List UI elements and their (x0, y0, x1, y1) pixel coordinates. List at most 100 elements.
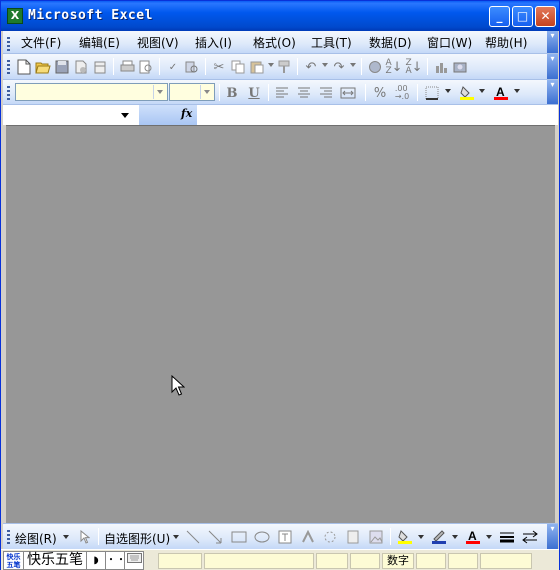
status-cell-2 (204, 553, 314, 569)
close-button[interactable]: ✕ (535, 6, 556, 27)
menu-help[interactable]: 帮助(H) (485, 34, 527, 50)
rectangle-icon[interactable] (230, 528, 248, 546)
hyperlink-icon[interactable] (366, 58, 384, 76)
formatting-toolbar: B U % .00 →.0 A ▾ (3, 80, 558, 105)
bold-button[interactable]: B (223, 84, 241, 102)
ime-toolbar: 快乐五笔 快乐五笔 ◗ ・・ (3, 551, 144, 570)
spelling-icon[interactable]: ✓ (164, 58, 182, 76)
menu-data[interactable]: 数据(D) (369, 34, 412, 50)
redo-icon[interactable]: ↷ (330, 58, 348, 76)
svg-text:A: A (468, 529, 477, 543)
insert-function-area: fx (139, 105, 197, 125)
copy-icon[interactable] (229, 58, 247, 76)
draw-fill-color-icon[interactable] (396, 528, 414, 546)
name-box-dropdown[interactable] (121, 113, 129, 118)
new-icon[interactable] (15, 58, 33, 76)
maximize-button[interactable]: □ (512, 6, 533, 27)
print-preview-icon[interactable] (137, 58, 155, 76)
title-bar[interactable]: X Microsoft Excel _ □ ✕ (1, 1, 559, 31)
draw-font-color-icon[interactable]: A (464, 528, 482, 546)
fill-color-icon[interactable] (458, 84, 476, 102)
wordart-icon[interactable] (299, 528, 317, 546)
minimize-button[interactable]: _ (489, 6, 510, 27)
arrow-icon[interactable] (206, 528, 224, 546)
email-icon[interactable] (91, 58, 109, 76)
open-icon[interactable] (34, 58, 52, 76)
text-box-icon[interactable] (276, 528, 294, 546)
excel-icon[interactable]: X (7, 8, 23, 24)
line-icon[interactable] (184, 528, 202, 546)
undo-icon[interactable]: ↶ (302, 58, 320, 76)
ime-name[interactable]: 快乐五笔 (24, 551, 87, 570)
draw-menu-button[interactable]: 绘图(R) (15, 530, 57, 547)
font-size-dropdown[interactable] (200, 85, 213, 99)
status-bar: 快乐五笔 快乐五笔 ◗ ・・ 数字 (1, 549, 559, 570)
line-color-icon[interactable] (430, 528, 448, 546)
underline-button[interactable]: U (245, 84, 263, 102)
formula-bar: fx (3, 105, 558, 125)
standard-toolbar: ✓ ✂ ↶ ↷ A Z ↓ Z A ↓ ▾ (3, 54, 558, 80)
align-center-icon[interactable] (295, 84, 313, 102)
formatting-toolbar-grip[interactable] (7, 86, 10, 100)
formula-input[interactable] (197, 105, 558, 125)
align-left-icon[interactable] (273, 84, 291, 102)
ime-punctuation-toggle[interactable]: ・・ (106, 551, 126, 570)
ime-fullwidth-toggle[interactable]: ◗ (87, 551, 106, 570)
menu-edit[interactable]: 编辑(E) (79, 34, 120, 50)
cut-icon[interactable]: ✂ (210, 58, 228, 76)
status-cell-3 (316, 553, 348, 569)
menu-insert[interactable]: 插入(I) (195, 34, 232, 50)
font-color-icon[interactable]: A (492, 84, 510, 102)
menu-bar-grip[interactable] (7, 37, 10, 51)
research-icon[interactable] (183, 58, 201, 76)
status-cell-6 (416, 553, 446, 569)
menu-format[interactable]: 格式(O) (253, 34, 296, 50)
format-painter-icon[interactable] (275, 58, 293, 76)
font-name-box[interactable] (15, 83, 168, 101)
ime-keyboard-icon[interactable] (125, 551, 144, 570)
status-cell-1 (158, 553, 202, 569)
font-name-dropdown[interactable] (153, 85, 166, 99)
menu-view[interactable]: 视图(V) (137, 34, 179, 50)
workbook-area[interactable] (6, 125, 555, 523)
diagram-icon[interactable] (321, 528, 339, 546)
picture-icon[interactable] (367, 528, 385, 546)
merge-center-icon[interactable] (339, 84, 357, 102)
paste-icon[interactable] (248, 58, 266, 76)
decrease-decimal-icon[interactable]: .00 →.0 (393, 84, 411, 102)
ime-logo[interactable]: 快乐五笔 (3, 551, 24, 570)
drawing-toolbar-options[interactable]: ▾ (547, 524, 558, 549)
menu-window[interactable]: 窗口(W) (427, 34, 472, 50)
align-right-icon[interactable] (317, 84, 335, 102)
excel-window: X Microsoft Excel _ □ ✕ 文件(F) 编辑(E) 视图(V… (0, 0, 560, 570)
arrow-style-icon[interactable] (521, 528, 539, 546)
font-size-box[interactable] (169, 83, 215, 101)
chart-wizard-icon[interactable] (432, 58, 450, 76)
status-cell-8 (480, 553, 532, 569)
svg-text:A: A (496, 85, 505, 99)
save-icon[interactable] (53, 58, 71, 76)
permission-icon[interactable] (72, 58, 90, 76)
clip-art-icon[interactable] (344, 528, 362, 546)
menu-bar-options[interactable]: ▾ (547, 31, 558, 53)
sort-ascending-icon[interactable]: A Z ↓ (385, 58, 403, 76)
name-box[interactable] (5, 105, 139, 125)
drawing-toolbar-grip[interactable] (7, 530, 10, 544)
insert-function-button[interactable]: fx (181, 107, 192, 120)
line-style-icon[interactable] (498, 528, 516, 546)
percent-style-button[interactable]: % (371, 84, 389, 102)
autoshapes-menu-button[interactable]: 自选图形(U) (104, 530, 170, 547)
menu-tools[interactable]: 工具(T) (311, 34, 352, 50)
menu-bar: 文件(F) 编辑(E) 视图(V) 插入(I) 格式(O) 工具(T) 数据(D… (3, 31, 558, 54)
oval-icon[interactable] (253, 528, 271, 546)
num-lock-indicator: 数字 (382, 553, 414, 569)
print-icon[interactable] (118, 58, 136, 76)
standard-toolbar-grip[interactable] (7, 60, 10, 74)
standard-toolbar-options[interactable]: ▾ (547, 54, 558, 79)
sort-descending-icon[interactable]: Z A ↓ (405, 58, 423, 76)
drawing-icon[interactable] (451, 58, 469, 76)
select-objects-icon[interactable] (76, 528, 94, 546)
formatting-toolbar-options[interactable]: ▾ (547, 80, 558, 104)
borders-icon[interactable] (423, 84, 441, 102)
menu-file[interactable]: 文件(F) (21, 34, 61, 50)
